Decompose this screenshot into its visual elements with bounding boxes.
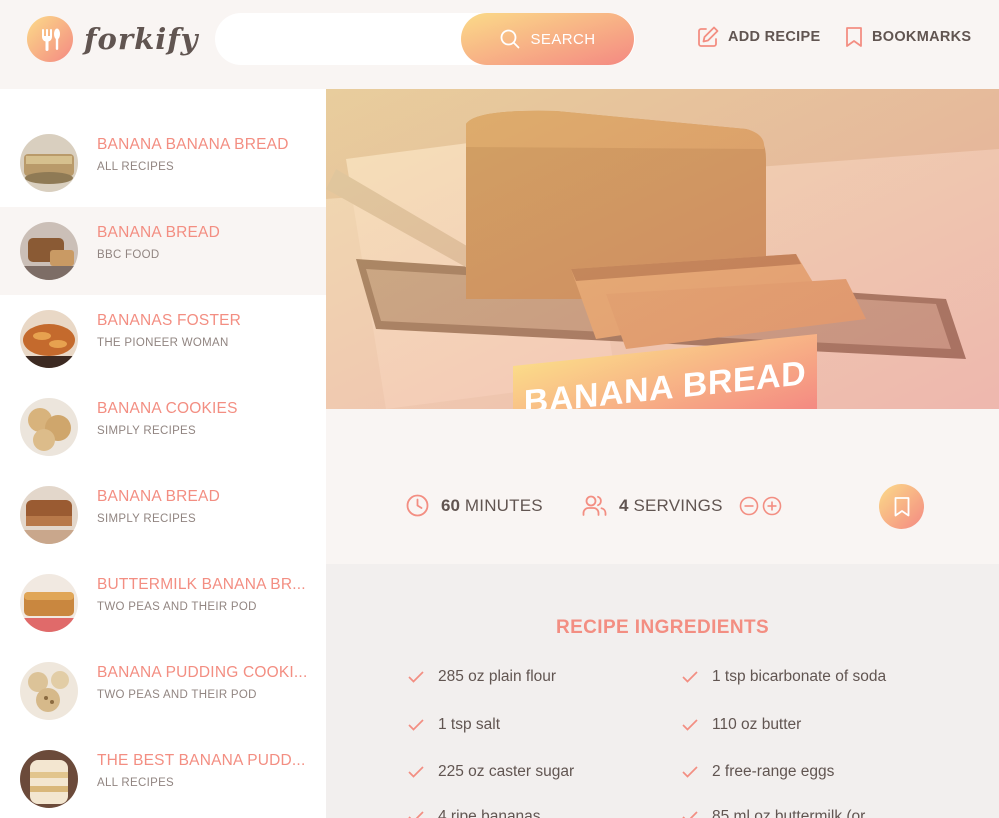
result-item[interactable]: BANANA COOKIES SIMPLY RECIPES (0, 383, 326, 471)
result-publisher: THE PIONEER WOMAN (97, 337, 229, 349)
result-thumbnail (20, 398, 78, 456)
add-recipe-button[interactable]: ADD RECIPE (697, 26, 820, 48)
edit-icon (698, 26, 719, 47)
ingredients-heading: RECIPE INGREDIENTS (555, 617, 770, 638)
check-icon (408, 811, 424, 818)
add-recipe-label: ADD RECIPE (728, 29, 821, 45)
result-title: BANANA COOKIES (97, 400, 238, 417)
result-thumbnail (20, 486, 78, 544)
result-publisher: ALL RECIPES (97, 777, 175, 789)
recipe-details: 60 MINUTES 4 SERVINGS (326, 409, 999, 564)
bookmarks-label: BOOKMARKS (872, 29, 972, 45)
check-icon (682, 719, 698, 731)
result-publisher: SIMPLY RECIPES (97, 513, 197, 525)
ingredient-item: 1 tsp bicarbonate of soda (682, 668, 886, 686)
ingredient-item: 1 tsp salt (408, 716, 500, 734)
search-results: BANANA BANANA BREAD ALL RECIPES BANANA B… (0, 89, 326, 818)
search-form: SEARCH (215, 13, 635, 65)
result-item[interactable]: BANANA BREAD BBC FOOD (0, 207, 326, 295)
ingredient-text: 225 oz caster sugar (438, 763, 575, 780)
search-button[interactable]: SEARCH (461, 13, 634, 65)
result-publisher: TWO PEAS AND THEIR POD (97, 601, 257, 613)
ingredient-text: 285 oz plain flour (438, 668, 557, 685)
ingredient-text: 4 ripe bananas (438, 808, 541, 818)
ingredient-text: 2 free-range eggs (712, 763, 835, 780)
check-icon (408, 719, 424, 731)
result-thumbnail (20, 222, 78, 280)
check-icon (408, 766, 424, 778)
result-item[interactable]: BANANA BREAD SIMPLY RECIPES (0, 471, 326, 559)
result-item[interactable]: BANANA PUDDING COOKI... TWO PEAS AND THE… (0, 647, 326, 735)
result-title: BANANA BANANA BREAD (97, 136, 289, 153)
bookmark-icon (894, 496, 909, 516)
ingredient-text: 1 tsp salt (438, 716, 501, 733)
result-title: BUTTERMILK BANANA BR... (97, 576, 306, 593)
search-input[interactable] (215, 13, 445, 65)
bookmark-icon (846, 27, 862, 47)
ingredient-text: 85 ml oz buttermilk (or (712, 808, 866, 818)
result-title: BANANA BREAD (97, 488, 220, 505)
logo[interactable]: forkify (27, 16, 199, 62)
logo-text: forkify (84, 22, 199, 56)
bookmarks-button[interactable]: BOOKMARKS (845, 26, 971, 48)
ingredient-item: 285 oz plain flour (408, 668, 556, 686)
result-title: BANANA PUDDING COOKI... (97, 664, 308, 681)
servings-label: SERVINGS (633, 495, 723, 515)
check-icon (408, 671, 424, 683)
servings-value: 4 (619, 495, 629, 515)
ingredient-item: 85 ml oz buttermilk (or (682, 808, 865, 818)
servings: 4 SERVINGS (582, 494, 782, 517)
bookmark-recipe-button[interactable] (879, 484, 924, 529)
check-icon (682, 671, 698, 683)
result-thumbnail (20, 750, 78, 808)
result-title: BANANA BREAD (97, 224, 220, 241)
increase-servings-button[interactable] (762, 496, 782, 516)
cooking-time: 60 MINUTES (406, 494, 543, 517)
check-icon (682, 811, 698, 818)
search-button-label: SEARCH (530, 30, 596, 48)
result-item[interactable]: BANANA BANANA BREAD ALL RECIPES (0, 119, 326, 207)
result-publisher: TWO PEAS AND THEIR POD (97, 689, 257, 701)
result-title: BANANAS FOSTER (97, 312, 242, 329)
ingredient-item: 110 oz butter (682, 716, 801, 734)
result-item[interactable]: BUTTERMILK BANANA BR... TWO PEAS AND THE… (0, 559, 326, 647)
users-icon (582, 495, 607, 516)
result-item[interactable]: BANANAS FOSTER THE PIONEER WOMAN (0, 295, 326, 383)
ingredient-item: 4 ripe bananas (408, 808, 541, 818)
result-publisher: BBC FOOD (97, 249, 160, 261)
check-icon (682, 766, 698, 778)
clock-icon (406, 494, 429, 517)
fork-knife-icon (27, 16, 73, 62)
minutes-label: MINUTES (464, 495, 543, 515)
ingredient-item: 225 oz caster sugar (408, 763, 574, 781)
result-thumbnail (20, 574, 78, 632)
recipe-ingredients: RECIPE INGREDIENTS 285 oz plain flour 1 … (326, 564, 999, 818)
result-thumbnail (20, 134, 78, 192)
result-thumbnail (20, 662, 78, 720)
header: forkify SEARCH ADD RECIPE BOOKMARKS (0, 0, 999, 89)
result-publisher: ALL RECIPES (97, 161, 175, 173)
result-item[interactable]: THE BEST BANANA PUDD... ALL RECIPES (0, 735, 326, 818)
ingredient-text: 1 tsp bicarbonate of soda (712, 668, 887, 685)
ingredient-item: 2 free-range eggs (682, 763, 834, 781)
decrease-servings-button[interactable] (739, 496, 759, 516)
result-publisher: SIMPLY RECIPES (97, 425, 197, 437)
minutes-value: 60 (441, 495, 460, 515)
result-thumbnail (20, 310, 78, 368)
result-title: THE BEST BANANA PUDD... (97, 752, 306, 769)
search-icon (500, 29, 519, 49)
ingredient-text: 110 oz butter (712, 716, 802, 733)
